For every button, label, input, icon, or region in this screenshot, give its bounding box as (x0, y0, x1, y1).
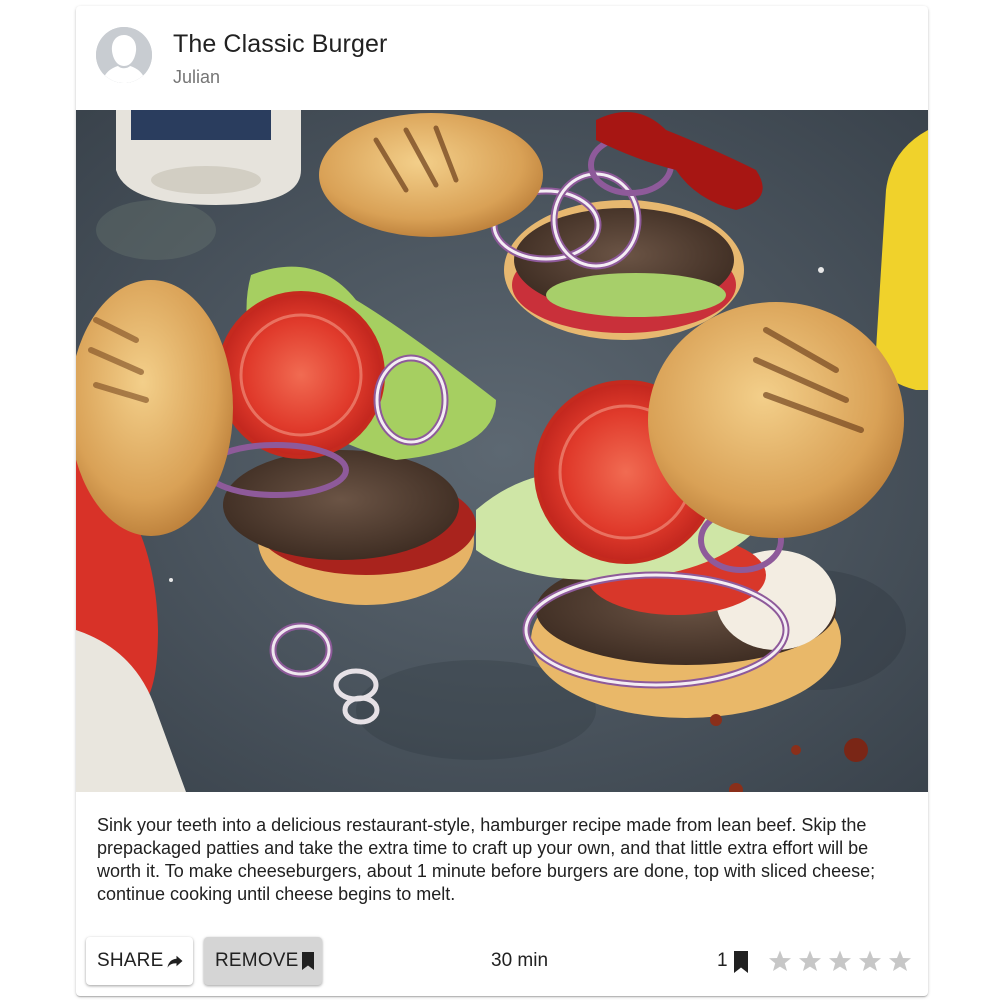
star-icon[interactable] (828, 949, 852, 973)
card-header: The Classic Burger Julian (76, 6, 928, 110)
bookmark-count-icon (734, 951, 748, 973)
recipe-card: The Classic Burger Julian Sink your teet… (76, 6, 928, 996)
card-author: Julian (173, 67, 221, 87)
recipe-image (76, 110, 928, 792)
remove-button-label: REMOVE (215, 950, 299, 971)
bookmark-icon (301, 952, 315, 970)
card-description: Sink your teeth into a delicious restaur… (97, 815, 876, 904)
burger-photo (76, 110, 928, 792)
card-actions: SHARE REMOVE 30 min 1 (76, 934, 928, 990)
remove-button[interactable]: REMOVE (204, 937, 322, 985)
star-rating (768, 949, 912, 973)
star-icon[interactable] (798, 949, 822, 973)
star-icon[interactable] (888, 949, 912, 973)
user-silhouette-icon (96, 27, 152, 83)
card-title: The Classic Burger (173, 30, 388, 58)
star-icon[interactable] (768, 949, 792, 973)
avatar (96, 27, 152, 83)
share-button[interactable]: SHARE (86, 937, 193, 985)
cook-time: 30 min (491, 950, 549, 971)
share-arrow-icon (165, 952, 185, 970)
share-button-label: SHARE (97, 950, 164, 971)
star-icon[interactable] (858, 949, 882, 973)
bookmark-count: 1 (717, 950, 728, 971)
